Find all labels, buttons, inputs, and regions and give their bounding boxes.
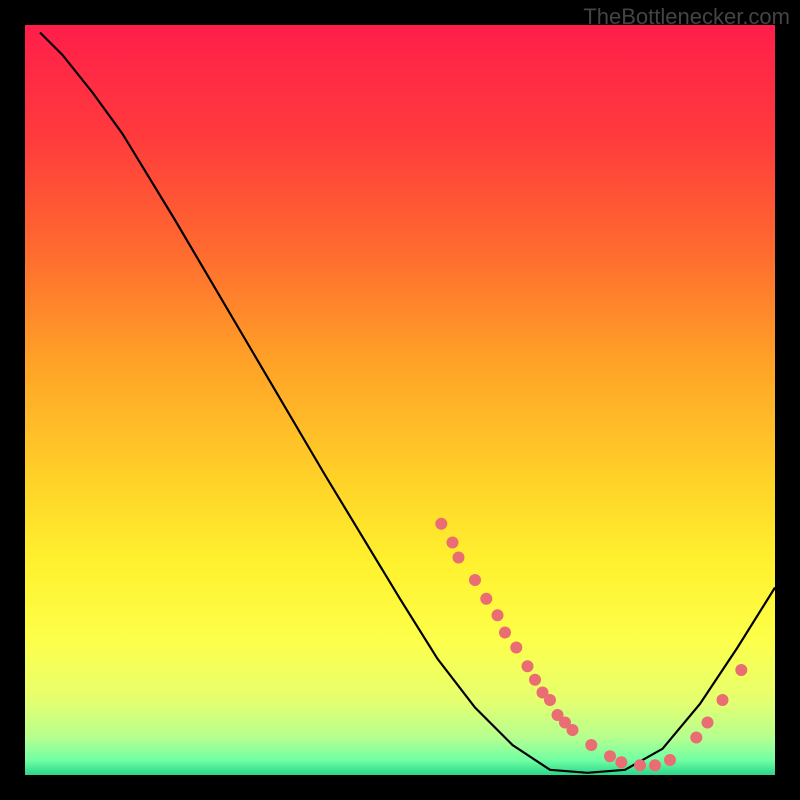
chart-container: TheBottlenecker.com: [0, 0, 800, 800]
data-marker: [453, 552, 465, 564]
data-marker: [469, 574, 481, 586]
plot-area: [25, 25, 775, 775]
data-marker: [649, 759, 661, 771]
data-marker: [735, 664, 747, 676]
watermark-text: TheBottlenecker.com: [583, 4, 790, 30]
data-marker: [447, 537, 459, 549]
data-marker: [604, 750, 616, 762]
data-marker: [717, 694, 729, 706]
data-marker: [529, 674, 541, 686]
data-marker: [567, 724, 579, 736]
data-marker: [510, 642, 522, 654]
data-marker: [435, 518, 447, 530]
data-marker: [492, 609, 504, 621]
bottleneck-curve: [40, 33, 775, 773]
data-marker: [499, 627, 511, 639]
data-marker: [522, 660, 534, 672]
data-marker: [690, 732, 702, 744]
curve-layer: [25, 25, 775, 775]
data-marker: [615, 756, 627, 768]
data-marker: [634, 759, 646, 771]
data-marker: [585, 739, 597, 751]
data-marker: [664, 754, 676, 766]
data-marker: [480, 593, 492, 605]
data-marker: [702, 717, 714, 729]
data-markers: [435, 518, 747, 772]
data-marker: [544, 694, 556, 706]
